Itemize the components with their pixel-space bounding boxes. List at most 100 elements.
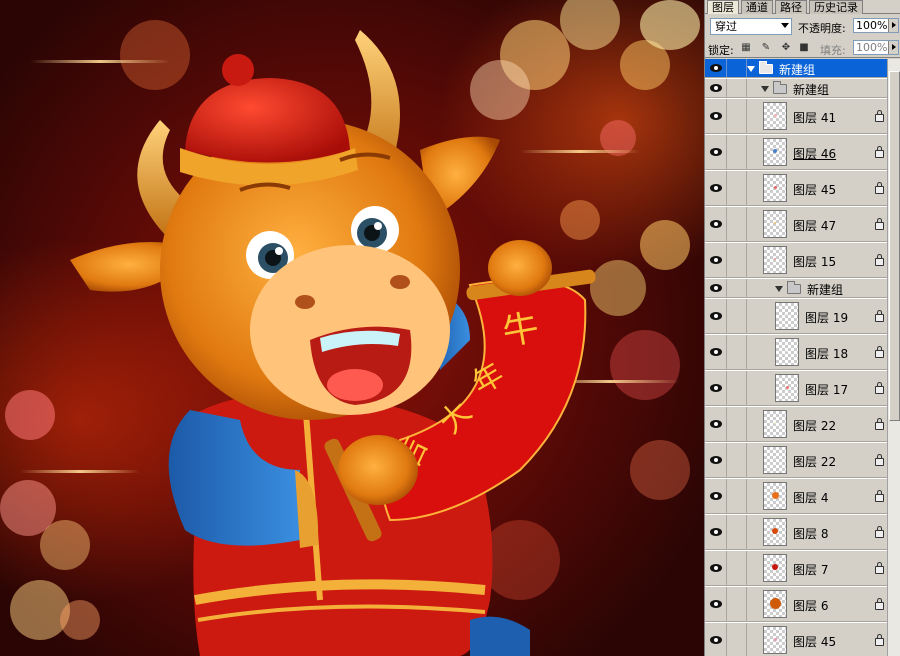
- thumbnail-content: [774, 422, 776, 424]
- thumbnail-content: [773, 185, 777, 189]
- lock-transparency-icon[interactable]: ▦: [741, 43, 751, 53]
- layer-link-toggle[interactable]: [728, 135, 747, 169]
- layer-link-toggle[interactable]: [728, 171, 747, 205]
- layer-thumbnail: [775, 302, 799, 330]
- thumbnail-content: [786, 314, 788, 316]
- eye-icon: [710, 64, 722, 72]
- visibility-toggle[interactable]: [705, 79, 727, 97]
- layer-link-toggle[interactable]: [728, 59, 747, 77]
- layers-scrollbar[interactable]: [887, 59, 900, 656]
- layer-group-row[interactable]: 新建组: [705, 79, 887, 98]
- layer-link-toggle[interactable]: [728, 99, 747, 133]
- visibility-toggle[interactable]: [705, 243, 727, 277]
- layer-row[interactable]: 图层 4: [705, 479, 887, 514]
- lock-icon: [875, 562, 884, 574]
- chevron-down-icon: [781, 23, 789, 28]
- lock-position-icon[interactable]: ✥: [781, 43, 791, 53]
- layer-link-toggle[interactable]: [728, 371, 747, 405]
- layer-row[interactable]: 图层 22: [705, 407, 887, 442]
- visibility-toggle[interactable]: [705, 135, 727, 169]
- document-canvas[interactable]: 牛 年 大 吉: [0, 0, 704, 656]
- tab-layers[interactable]: 图层: [707, 0, 739, 14]
- layer-row[interactable]: ↲图层 41: [705, 99, 887, 134]
- layer-link-toggle[interactable]: [728, 335, 747, 369]
- opacity-label: 不透明度:: [798, 22, 846, 35]
- opacity-field[interactable]: 100%: [853, 18, 899, 33]
- thumbnail-content: [785, 385, 789, 389]
- layer-link-toggle[interactable]: [728, 299, 747, 333]
- eye-icon: [710, 84, 722, 92]
- scrollbar-thumb[interactable]: [889, 71, 900, 421]
- lock-all-icon[interactable]: ■: [799, 43, 809, 53]
- layer-link-toggle[interactable]: [728, 79, 747, 97]
- tab-paths[interactable]: 路径: [775, 0, 807, 14]
- visibility-toggle[interactable]: [705, 551, 727, 585]
- layer-link-toggle[interactable]: [728, 207, 747, 241]
- fill-label: 填充:: [820, 44, 846, 57]
- visibility-toggle[interactable]: [705, 279, 727, 297]
- layer-row[interactable]: 图层 22: [705, 443, 887, 478]
- opacity-slider-button[interactable]: [888, 19, 898, 32]
- lock-image-icon[interactable]: ✎: [761, 43, 771, 53]
- lock-icon: [875, 254, 884, 266]
- visibility-toggle[interactable]: [705, 171, 727, 205]
- visibility-toggle[interactable]: [705, 99, 727, 133]
- layer-link-toggle[interactable]: [728, 243, 747, 277]
- tab-history[interactable]: 历史记录: [809, 0, 863, 14]
- visibility-toggle[interactable]: [705, 407, 727, 441]
- thumbnail-content: [774, 258, 776, 260]
- visibility-toggle[interactable]: [705, 335, 727, 369]
- layer-group-row[interactable]: 新建组: [705, 279, 887, 298]
- lock-icon: [875, 598, 884, 610]
- layer-row[interactable]: 图层 18: [705, 335, 887, 370]
- expand-triangle-icon[interactable]: [775, 286, 783, 292]
- visibility-toggle[interactable]: [705, 587, 727, 621]
- fill-field[interactable]: 100%: [853, 40, 899, 55]
- layer-link-toggle[interactable]: [728, 623, 747, 656]
- layer-link-toggle[interactable]: [728, 587, 747, 621]
- layer-row[interactable]: 图层 8: [705, 515, 887, 550]
- thumbnail-content: [773, 637, 777, 641]
- layer-thumbnail: [763, 482, 787, 510]
- layer-row[interactable]: 图层 45: [705, 623, 887, 656]
- layer-row[interactable]: 图层 7: [705, 551, 887, 586]
- layer-group-row[interactable]: 新建组: [705, 59, 887, 78]
- layer-link-toggle[interactable]: [728, 443, 747, 477]
- expand-triangle-icon[interactable]: [761, 86, 769, 92]
- layer-name: 图层 46: [793, 147, 837, 161]
- layer-row[interactable]: 图层 46: [705, 135, 887, 170]
- fill-slider-button[interactable]: [888, 41, 898, 54]
- layer-link-toggle[interactable]: [728, 551, 747, 585]
- layer-row[interactable]: 图层 47: [705, 207, 887, 242]
- visibility-toggle[interactable]: [705, 59, 727, 77]
- lock-icon: [875, 418, 884, 430]
- lock-label: 锁定:: [708, 44, 734, 57]
- blend-mode-select[interactable]: 穿过: [710, 18, 792, 35]
- layer-row[interactable]: 图层 45: [705, 171, 887, 206]
- eye-icon: [710, 184, 722, 192]
- layer-row[interactable]: 图层 15: [705, 243, 887, 278]
- layer-row[interactable]: 图层 6: [705, 587, 887, 622]
- tab-channels[interactable]: 通道: [741, 0, 773, 14]
- layer-name: 图层 45: [793, 635, 837, 649]
- layer-row[interactable]: 图层 19: [705, 299, 887, 334]
- visibility-toggle[interactable]: [705, 443, 727, 477]
- visibility-toggle[interactable]: [705, 479, 727, 513]
- visibility-toggle[interactable]: [705, 515, 727, 549]
- visibility-toggle[interactable]: [705, 299, 727, 333]
- visibility-toggle[interactable]: [705, 207, 727, 241]
- layer-link-toggle[interactable]: [728, 279, 747, 297]
- layer-link-toggle[interactable]: [728, 407, 747, 441]
- thumbnail-content: [774, 458, 776, 460]
- layer-link-toggle[interactable]: [728, 515, 747, 549]
- layer-name: 图层 4: [793, 491, 829, 505]
- thumbnail-content: [773, 149, 777, 153]
- eye-icon: [710, 636, 722, 644]
- fill-value: 100%: [856, 41, 888, 54]
- visibility-toggle[interactable]: [705, 371, 727, 405]
- layer-link-toggle[interactable]: [728, 479, 747, 513]
- layer-row[interactable]: 图层 17: [705, 371, 887, 406]
- expand-triangle-icon[interactable]: [747, 66, 755, 72]
- lock-options-row: 锁定: ▦ ✎ ✥ ■ 填充: 100%: [705, 38, 900, 58]
- visibility-toggle[interactable]: [705, 623, 727, 656]
